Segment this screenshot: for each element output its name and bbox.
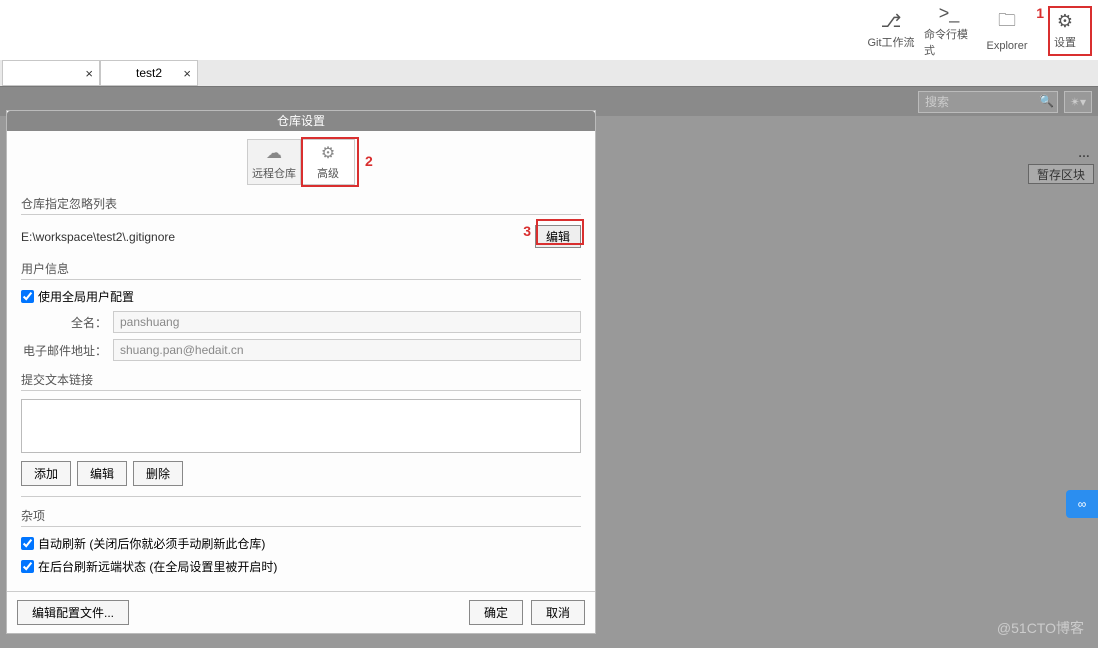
explorer-button[interactable]: 🗀 Explorer	[982, 8, 1032, 52]
dlg-tab-label: 远程仓库	[252, 165, 296, 181]
ok-button[interactable]: 确定	[469, 600, 523, 625]
tab-test2[interactable]: test2 ×	[100, 60, 198, 86]
ignore-path-row: E:\workspace\test2\.gitignore 3 编辑	[21, 223, 581, 250]
cloud-icon: ☁	[266, 143, 282, 163]
fullname-input[interactable]	[113, 311, 581, 333]
commit-text-links-section: 提交文本链接 添加 编辑 删除	[21, 371, 581, 486]
main-toolbar: ⎇ Git工作流 >_ 命令行模式 🗀 Explorer ⚙ 设置 1	[0, 0, 1098, 60]
auto-refresh-checkbox[interactable]	[21, 537, 34, 550]
search-wrap: 🔍	[918, 91, 1058, 113]
dlg-tab-label: 高级	[317, 165, 339, 181]
fullname-row: 全名：	[21, 311, 581, 333]
edit-config-file-button[interactable]: 编辑配置文件...	[17, 600, 129, 625]
dialog-tabs: ☁ 远程仓库 ⚙ 高级 2	[7, 131, 595, 185]
tab-remote-repo[interactable]: ☁ 远程仓库	[247, 139, 301, 185]
tab-blank[interactable]: ×	[2, 60, 100, 86]
more-icon[interactable]: …	[1078, 146, 1092, 160]
repo-settings-dialog: 仓库设置 ☁ 远程仓库 ⚙ 高级 2 仓库指定忽略列表 E:\workspace…	[6, 110, 596, 634]
view-settings-button[interactable]: ✴▾	[1064, 91, 1092, 113]
toolbar-label: 设置	[1054, 34, 1076, 50]
text-links-list[interactable]	[21, 399, 581, 453]
edit-link-button[interactable]: 编辑	[77, 461, 127, 486]
email-label: 电子邮件地址：	[21, 342, 113, 359]
annotation-3: 3	[523, 223, 531, 239]
gear-icon: ⚙	[321, 143, 335, 163]
watermark-text: @51CTO博客	[997, 618, 1084, 638]
gitignore-path: E:\workspace\test2\.gitignore	[21, 230, 175, 244]
section-title: 仓库指定忽略列表	[21, 195, 581, 215]
dialog-body: 仓库指定忽略列表 E:\workspace\test2\.gitignore 3…	[7, 185, 595, 591]
dialog-footer: 编辑配置文件... 确定 取消	[7, 591, 595, 633]
dialog-title: 仓库设置	[7, 111, 595, 131]
user-info-section: 用户信息 使用全局用户配置 全名： 电子邮件地址：	[21, 260, 581, 361]
fullname-label: 全名：	[21, 314, 113, 331]
edit-gitignore-button[interactable]: 编辑	[535, 225, 581, 248]
auto-refresh-label: 自动刷新 (关闭后你就必须手动刷新此仓库)	[38, 535, 265, 552]
tab-label: test2	[136, 66, 162, 80]
toolbar-label: 命令行模式	[924, 26, 974, 58]
bg-refresh-label: 在后台刷新远端状态 (在全局设置里被开启时)	[38, 558, 277, 575]
divider	[21, 496, 581, 497]
section-title: 提交文本链接	[21, 371, 581, 391]
annotation-1: 1	[1036, 5, 1044, 21]
close-icon[interactable]: ×	[85, 66, 93, 81]
annotation-2: 2	[365, 153, 373, 169]
gear-icon: ✴	[1070, 95, 1080, 109]
search-icon: 🔍	[1039, 94, 1054, 108]
stash-hunk-button[interactable]: 暂存区块	[1028, 164, 1094, 184]
more-row: …	[1078, 146, 1092, 160]
toolbar-label: Explorer	[987, 40, 1028, 52]
bg-refresh-row: 在后台刷新远端状态 (在全局设置里被开启时)	[21, 558, 581, 575]
close-icon[interactable]: ×	[183, 66, 191, 81]
use-global-checkbox[interactable]	[21, 290, 34, 303]
toolbar-label: Git工作流	[867, 34, 914, 50]
auto-refresh-row: 自动刷新 (关闭后你就必须手动刷新此仓库)	[21, 535, 581, 552]
stash-label: 暂存区块	[1037, 166, 1085, 183]
git-workflow-button[interactable]: ⎇ Git工作流	[866, 8, 916, 52]
misc-section: 杂项 自动刷新 (关闭后你就必须手动刷新此仓库) 在后台刷新远端状态 (在全局设…	[21, 507, 581, 575]
use-global-row: 使用全局用户配置	[21, 288, 581, 305]
branch-icon: ⎇	[881, 11, 902, 32]
settings-button[interactable]: ⚙ 设置	[1040, 8, 1090, 52]
add-link-button[interactable]: 添加	[21, 461, 71, 486]
folder-icon: 🗀	[998, 8, 1016, 38]
section-title: 用户信息	[21, 260, 581, 280]
bg-refresh-checkbox[interactable]	[21, 560, 34, 573]
terminal-mode-button[interactable]: >_ 命令行模式	[924, 8, 974, 52]
delete-link-button[interactable]: 删除	[133, 461, 183, 486]
email-row: 电子邮件地址：	[21, 339, 581, 361]
terminal-icon: >_	[939, 3, 960, 24]
search-input[interactable]	[918, 91, 1058, 113]
ignore-list-section: 仓库指定忽略列表 E:\workspace\test2\.gitignore 3…	[21, 195, 581, 250]
text-links-buttons: 添加 编辑 删除	[21, 461, 581, 486]
gear-icon: ⚙	[1057, 11, 1073, 32]
cancel-button[interactable]: 取消	[531, 600, 585, 625]
email-input[interactable]	[113, 339, 581, 361]
link-icon: ∞	[1078, 497, 1087, 511]
repo-tabs-bar: × test2 ×	[0, 60, 1098, 86]
side-badge[interactable]: ∞	[1066, 490, 1098, 518]
section-title: 杂项	[21, 507, 581, 527]
use-global-label: 使用全局用户配置	[38, 288, 134, 305]
tab-advanced[interactable]: ⚙ 高级	[301, 139, 355, 185]
